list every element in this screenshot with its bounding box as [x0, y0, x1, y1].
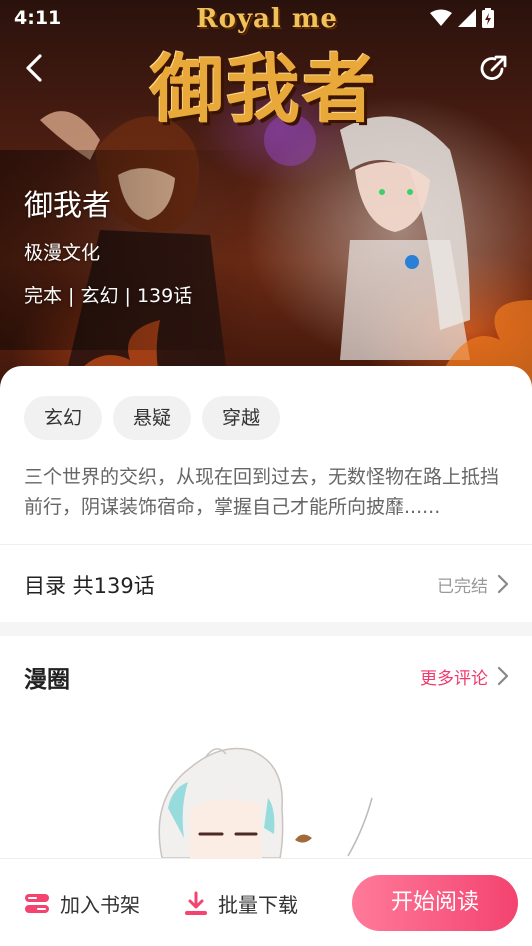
chevron-right-icon[interactable]: [496, 666, 510, 686]
download-icon: [185, 891, 207, 915]
batch-download-label: 批量下载: [218, 893, 298, 917]
cover-logo-cn: 御我者: [150, 47, 378, 133]
more-comments-link[interactable]: 更多评论: [420, 664, 488, 689]
battery-icon: [482, 8, 494, 28]
bookshelf-icon: [25, 893, 49, 913]
back-button[interactable]: [16, 48, 56, 88]
status-bar: 4:11: [0, 0, 532, 36]
chevron-left-icon: [26, 54, 42, 82]
tag-chip[interactable]: 玄幻: [24, 396, 103, 440]
comic-author[interactable]: 极漫文化: [24, 238, 100, 265]
description[interactable]: 三个世界的交织，从现在回到过去，无数怪物在路上抵挡前行，阴谋装饰宿命，掌握自己才…: [24, 462, 510, 522]
signal-icon: [458, 9, 476, 27]
status-icons: [430, 8, 494, 28]
toc-label: 目录 共139话: [24, 574, 155, 598]
tag-list: 玄幻 悬疑 穿越: [24, 396, 281, 440]
start-reading-button[interactable]: 开始阅读: [352, 875, 518, 931]
chevron-right-icon: [497, 574, 509, 594]
batch-download-button[interactable]: 批量下载: [184, 889, 298, 918]
wifi-icon: [430, 9, 452, 26]
divider: [0, 544, 532, 545]
section-gap: [0, 622, 532, 636]
add-to-shelf-button[interactable]: 加入书架: [24, 889, 140, 918]
status-time: 4:11: [14, 7, 62, 29]
bottom-action-bar: 加入书架 批量下载 开始阅读: [0, 858, 532, 946]
comic-title: 御我者: [24, 188, 112, 222]
cover-hero: Royal me 御我者 4:11 御我者 极漫文化 完本 | 玄幻 | 139…: [0, 0, 532, 400]
comic-meta: 完本 | 玄幻 | 139话: [24, 285, 193, 307]
add-to-shelf-label: 加入书架: [60, 893, 140, 917]
share-icon: [480, 55, 507, 80]
toc-row[interactable]: 目录 共139话 已完结: [0, 546, 532, 622]
tag-chip[interactable]: 悬疑: [113, 396, 192, 440]
toc-status: 已完结: [437, 577, 488, 597]
empty-comments-illustration: [158, 747, 373, 858]
tag-chip[interactable]: 穿越: [202, 396, 281, 440]
share-button[interactable]: [474, 48, 514, 88]
circle-section-title: 漫圈: [24, 667, 70, 693]
